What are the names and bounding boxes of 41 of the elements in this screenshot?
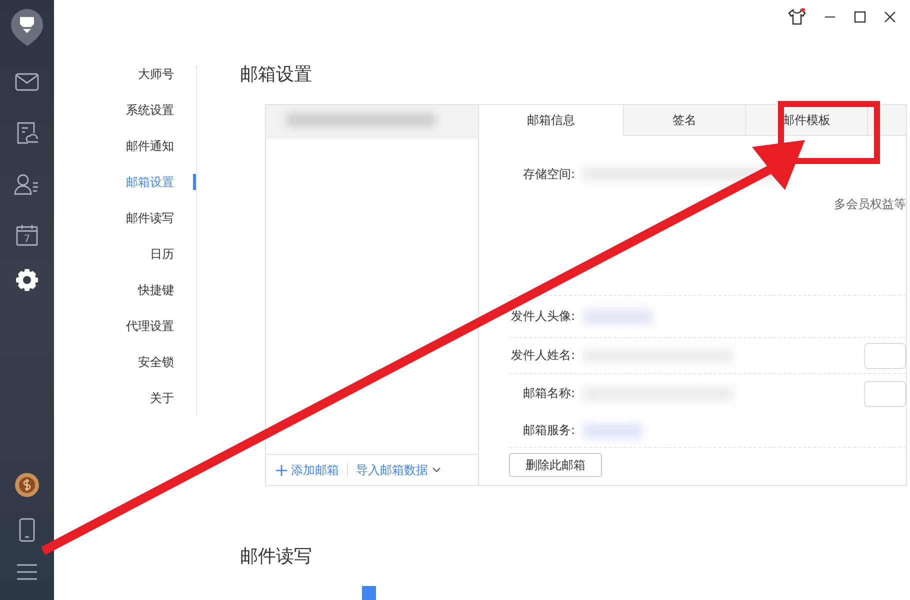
contact-list-icon bbox=[14, 173, 40, 195]
text-field[interactable] bbox=[864, 342, 906, 368]
storage-note: 多会员权益等 bbox=[834, 196, 906, 213]
settings-nav-item[interactable]: 代理设置 bbox=[126, 314, 174, 350]
settings-nav-item[interactable]: 邮件读写 bbox=[126, 206, 174, 242]
close-icon[interactable] bbox=[884, 11, 896, 23]
tab[interactable]: 邮箱信息 bbox=[479, 105, 624, 136]
settings-icon bbox=[15, 268, 39, 292]
section-title: 邮件读写 bbox=[240, 545, 313, 568]
plus-icon bbox=[276, 464, 287, 476]
settings-nav-item[interactable]: 安全锁 bbox=[138, 350, 174, 386]
active-indicator bbox=[193, 174, 196, 190]
section-title: 邮箱设置 bbox=[240, 63, 313, 86]
shirt-icon[interactable] bbox=[788, 8, 806, 26]
app-logo-icon[interactable] bbox=[10, 8, 44, 46]
delete-mailbox-button[interactable]: 删除此邮箱 bbox=[509, 453, 602, 477]
settings-nav-item[interactable]: 日历 bbox=[150, 242, 174, 278]
caret-icon bbox=[432, 467, 441, 473]
text-field[interactable] bbox=[864, 380, 906, 406]
settings-nav-item[interactable]: 邮件通知 bbox=[126, 134, 174, 170]
blurred-placeholder bbox=[583, 422, 643, 438]
coin-icon[interactable] bbox=[14, 472, 40, 498]
mail-icon bbox=[15, 73, 39, 91]
field-label: 邮箱服务: bbox=[522, 422, 575, 439]
field-label: 存储空间: bbox=[522, 166, 575, 183]
note-cloud-icon bbox=[16, 121, 38, 145]
maximize-icon[interactable] bbox=[854, 11, 866, 23]
calendar-icon: 7 bbox=[16, 224, 38, 246]
menu-icon[interactable] bbox=[17, 564, 37, 580]
import-data-link[interactable]: 导入邮箱数据 bbox=[356, 462, 441, 478]
checkbox[interactable] bbox=[362, 586, 376, 600]
settings-nav-item[interactable]: 关于 bbox=[150, 386, 174, 422]
settings-nav-item[interactable]: 系统设置 bbox=[126, 98, 174, 134]
settings-nav-item[interactable]: 大师号 bbox=[138, 62, 174, 98]
field-label: 发件人姓名: bbox=[510, 347, 575, 364]
phone-icon[interactable] bbox=[19, 518, 35, 542]
settings-nav-item[interactable]: 快捷键 bbox=[138, 278, 174, 314]
field-label: 发件人头像: bbox=[510, 308, 575, 325]
settings-nav-item[interactable]: 邮箱设置 bbox=[126, 170, 174, 206]
add-mailbox-link[interactable]: 添加邮箱 bbox=[276, 462, 339, 478]
field-label: 邮箱名称: bbox=[522, 385, 575, 402]
